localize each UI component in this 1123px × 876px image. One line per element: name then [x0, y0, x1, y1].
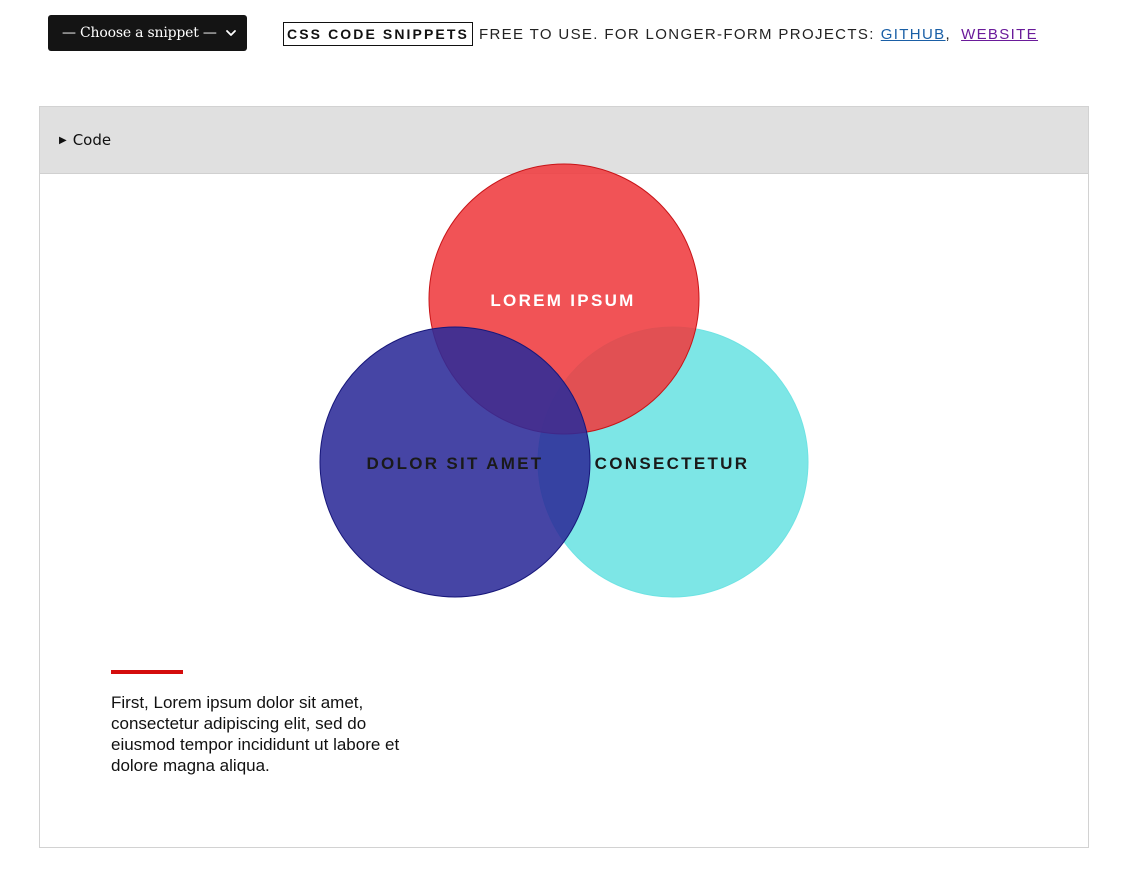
snippet-select-value: — Choose a snippet —	[62, 25, 217, 41]
tagline: CSS CODE SNIPPETS FREE TO USE. FOR LONGE…	[283, 21, 1038, 47]
top-bar: — Choose a snippet — CSS CODE SNIPPETS F…	[0, 0, 1123, 70]
chevron-down-icon	[226, 30, 236, 36]
tagline-text: FREE TO USE. FOR LONGER-FORM PROJECTS:	[478, 25, 875, 43]
disclosure-triangle-icon: ▶	[59, 134, 67, 146]
caption-text: First, Lorem ipsum dolor sit amet, conse…	[111, 693, 400, 775]
snippet-select[interactable]: — Choose a snippet —	[48, 15, 247, 51]
website-link[interactable]: WEBSITE	[961, 26, 1038, 43]
code-toggle[interactable]: ▶ Code	[40, 107, 1088, 174]
link-separator: ,	[945, 25, 952, 43]
code-toggle-label: Code	[72, 131, 112, 149]
github-link[interactable]: GITHUB	[881, 26, 946, 43]
brand-label: CSS CODE SNIPPETS	[283, 22, 473, 46]
caption-accent-rule	[111, 670, 183, 674]
